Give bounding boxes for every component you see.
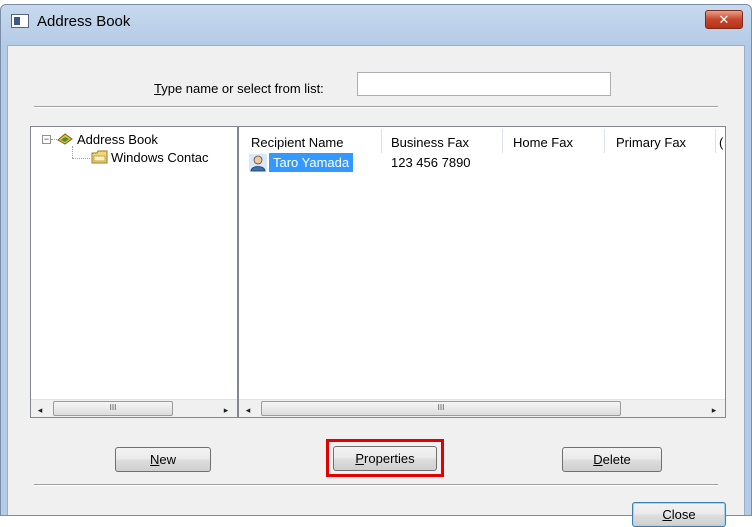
window-title: Address Book	[37, 13, 131, 30]
column-header-recipient-name[interactable]: Recipient Name	[251, 135, 344, 150]
table-row[interactable]: Taro Yamada 123 456 7890	[239, 153, 725, 173]
address-book-icon	[57, 133, 73, 145]
scroll-right-arrow[interactable]: ▸	[708, 405, 720, 416]
business-fax-cell: 123 456 7890	[391, 155, 471, 170]
column-divider[interactable]	[502, 129, 503, 153]
title-bar: Address Book ✕	[1, 5, 751, 39]
recipient-list[interactable]: Recipient Name Business Fax Home Fax Pri…	[238, 126, 726, 418]
column-header-business-fax[interactable]: Business Fax	[391, 135, 469, 150]
scroll-left-arrow[interactable]: ◂	[34, 405, 46, 416]
column-divider[interactable]	[381, 129, 382, 153]
collapse-toggle[interactable]: −	[42, 135, 51, 144]
close-button[interactable]: Close	[632, 502, 726, 527]
tree-connector-vertical	[72, 146, 73, 158]
search-input[interactable]	[357, 72, 611, 96]
new-button[interactable]: New	[115, 447, 211, 472]
address-book-window: Address Book ✕ Type name or select from …	[0, 4, 752, 527]
tree-connector	[72, 158, 90, 159]
search-label: Type name or select from list:	[154, 81, 324, 96]
column-divider[interactable]	[604, 129, 605, 153]
properties-button[interactable]: Properties	[333, 446, 437, 471]
top-separator	[34, 106, 718, 108]
address-book-tree[interactable]: − Address Book Windows Contac ◂ III ▸	[30, 126, 238, 418]
scroll-left-arrow[interactable]: ◂	[242, 405, 254, 416]
list-horizontal-scrollbar[interactable]: ◂ III ▸	[239, 399, 725, 417]
bottom-separator	[34, 484, 718, 486]
folder-icon	[91, 150, 108, 164]
tree-horizontal-scrollbar[interactable]: ◂ III ▸	[31, 399, 237, 417]
window-close-button[interactable]: ✕	[705, 10, 743, 29]
column-header-home-fax[interactable]: Home Fax	[513, 135, 573, 150]
tree-item-address-book[interactable]: Address Book	[77, 132, 158, 147]
tree-item-windows-contacts[interactable]: Windows Contac	[111, 150, 209, 165]
dialog-body: Type name or select from list: − Address…	[7, 45, 745, 527]
list-column-headers: Recipient Name Business Fax Home Fax Pri…	[239, 127, 725, 153]
column-header-overflow[interactable]: (	[719, 135, 723, 150]
column-header-primary-fax[interactable]: Primary Fax	[616, 135, 686, 150]
scrollbar-thumb[interactable]: III	[261, 401, 621, 416]
column-divider[interactable]	[715, 129, 716, 153]
person-icon	[249, 154, 267, 172]
delete-button[interactable]: Delete	[562, 447, 662, 472]
scroll-right-arrow[interactable]: ▸	[220, 405, 232, 416]
recipient-name-cell[interactable]: Taro Yamada	[269, 153, 354, 172]
scrollbar-thumb[interactable]: III	[53, 401, 173, 416]
address-book-app-icon	[11, 14, 29, 28]
